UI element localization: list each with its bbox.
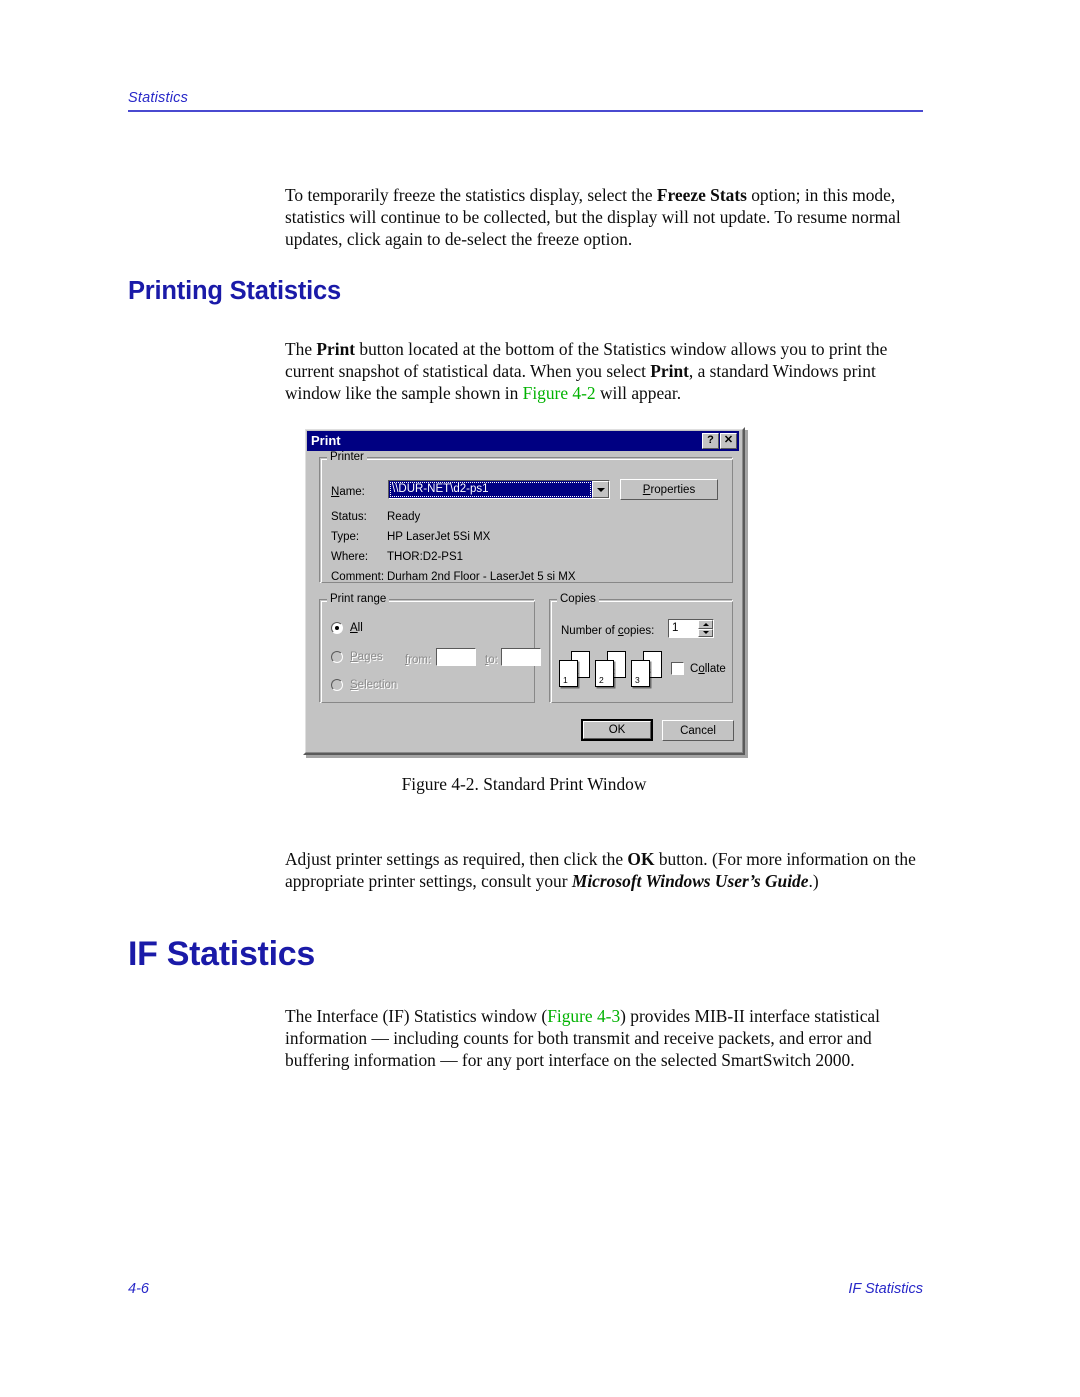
heading-printing-statistics: Printing Statistics: [128, 277, 341, 305]
printer-groupbox-bevel: [321, 459, 733, 583]
help-icon[interactable]: ?: [702, 433, 719, 449]
dialog-title-bar[interactable]: Print ? ✕: [307, 431, 739, 451]
radio-all-indicator[interactable]: [331, 622, 343, 634]
pages-to-label: to:: [485, 654, 498, 666]
copies-groupbox-legend: Copies: [557, 593, 599, 605]
printer-name-combobox[interactable]: \\DUR-NET\d2-ps1: [388, 480, 610, 499]
running-head: Statistics: [128, 90, 923, 112]
if-part1: The Interface (IF) Statistics window (: [285, 1006, 548, 1027]
printing-part1: The: [285, 339, 317, 360]
footer-page-number: 4-6: [128, 1281, 149, 1297]
print-range-groupbox-legend: Print range: [327, 593, 390, 605]
properties-button-label: Properties: [642, 483, 696, 496]
printer-name-label: Name:: [331, 486, 365, 498]
printer-name-value: \\DUR-NET\d2-ps1: [389, 481, 592, 498]
collate-page-front: 3: [631, 660, 650, 687]
printer-comment-value: Durham 2nd Floor - LaserJet 5 si MX: [387, 571, 576, 583]
dialog-title-text: Print: [311, 433, 341, 448]
pages-from-input[interactable]: [436, 648, 476, 666]
close-icon[interactable]: ✕: [720, 433, 737, 449]
collate-checkbox-row[interactable]: Collate: [671, 662, 726, 675]
collate-page-front: 1: [559, 660, 578, 687]
number-of-copies-spin-buttons[interactable]: [698, 620, 713, 637]
cancel-button[interactable]: Cancel: [662, 720, 734, 741]
printer-groupbox-legend: Printer: [327, 451, 367, 463]
printer-type-value: HP LaserJet 5Si MX: [387, 531, 491, 543]
spinner-down-icon[interactable]: [698, 628, 713, 637]
running-head-rule: [128, 110, 923, 112]
figure-4-3-crossreference-link[interactable]: Figure 4-3: [547, 1006, 620, 1026]
printer-status-value: Ready: [387, 511, 421, 523]
radio-all[interactable]: All: [331, 622, 363, 634]
page-footer: 4-6 IF Statistics: [128, 1281, 923, 1297]
collate-page-pair: 1 1: [559, 651, 591, 691]
ok-button-label: OK: [608, 724, 626, 736]
intro-paragraph: To temporarily freeze the statistics dis…: [285, 185, 925, 250]
printer-where-value: THOR:D2-PS1: [387, 551, 464, 563]
printing-part4: will appear.: [595, 382, 682, 403]
chevron-down-icon[interactable]: [592, 481, 609, 498]
radio-pages-indicator[interactable]: [331, 651, 343, 663]
collate-illustration: 1 1 2 2 3 3: [559, 651, 663, 691]
collate-label: Collate: [690, 662, 726, 675]
radio-pages[interactable]: Pages: [331, 651, 383, 663]
printer-groupbox: Printer: [319, 451, 733, 583]
running-head-text: Statistics: [128, 90, 189, 106]
cancel-button-label: Cancel: [680, 724, 716, 737]
printer-comment-label: Comment:: [331, 571, 385, 583]
print-dialog-window[interactable]: Print ? ✕ Printer Name: \\DUR-NET\d2-ps1…: [303, 427, 745, 755]
printer-where-label: Where:: [331, 551, 369, 563]
collate-page-pair: 3 3: [631, 651, 663, 691]
number-of-copies-stepper[interactable]: 1: [668, 619, 714, 638]
adjust-bolditalic-guide: Microsoft Windows User’s Guide: [571, 870, 809, 891]
printing-bold-print-1: Print: [316, 339, 356, 360]
radio-selection-indicator[interactable]: [331, 679, 343, 691]
radio-pages-label: Pages: [350, 651, 383, 663]
collate-checkbox[interactable]: [671, 662, 684, 675]
printer-type-label: Type:: [331, 531, 360, 543]
radio-all-label: All: [350, 622, 363, 634]
adjust-bold-ok: OK: [627, 849, 655, 870]
ok-button[interactable]: OK: [581, 719, 653, 741]
properties-button[interactable]: Properties: [620, 479, 718, 500]
radio-selection-label: Selection: [350, 679, 398, 691]
heading-if-statistics: IF Statistics: [128, 935, 315, 973]
collate-page-front-number: 2: [599, 674, 604, 685]
number-of-copies-value[interactable]: 1: [669, 620, 698, 637]
collate-page-pair: 2 2: [595, 651, 627, 691]
printing-paragraph: The Print button located at the bottom o…: [285, 339, 925, 404]
pages-from-label: from:: [405, 654, 432, 666]
ok-button-face: OK: [583, 721, 651, 739]
collate-page-front-number: 3: [635, 674, 640, 685]
figure-4-2-crossreference-link[interactable]: Figure 4-2: [523, 383, 596, 403]
footer-section-title: IF Statistics: [848, 1281, 923, 1297]
adjust-paragraph: Adjust printer settings as required, the…: [285, 849, 925, 892]
spinner-up-icon[interactable]: [698, 620, 713, 629]
radio-selection[interactable]: Selection: [331, 679, 397, 691]
intro-part1: To temporarily freeze the statistics dis…: [285, 185, 657, 206]
adjust-part1: Adjust printer settings as required, the…: [285, 849, 628, 870]
number-of-copies-label: Number of copies:: [561, 625, 655, 637]
collate-page-front-number: 1: [563, 674, 568, 685]
if-statistics-paragraph: The Interface (IF) Statistics window (Fi…: [285, 1006, 925, 1071]
pages-to-input[interactable]: [501, 648, 541, 666]
intro-bold-freeze-stats: Freeze Stats: [656, 185, 747, 206]
printer-status-label: Status:: [331, 511, 367, 523]
collate-page-front: 2: [595, 660, 614, 687]
printing-bold-print-2: Print: [650, 360, 689, 381]
figure-caption: Figure 4-2. Standard Print Window: [401, 774, 647, 794]
adjust-part3: .): [808, 870, 819, 891]
